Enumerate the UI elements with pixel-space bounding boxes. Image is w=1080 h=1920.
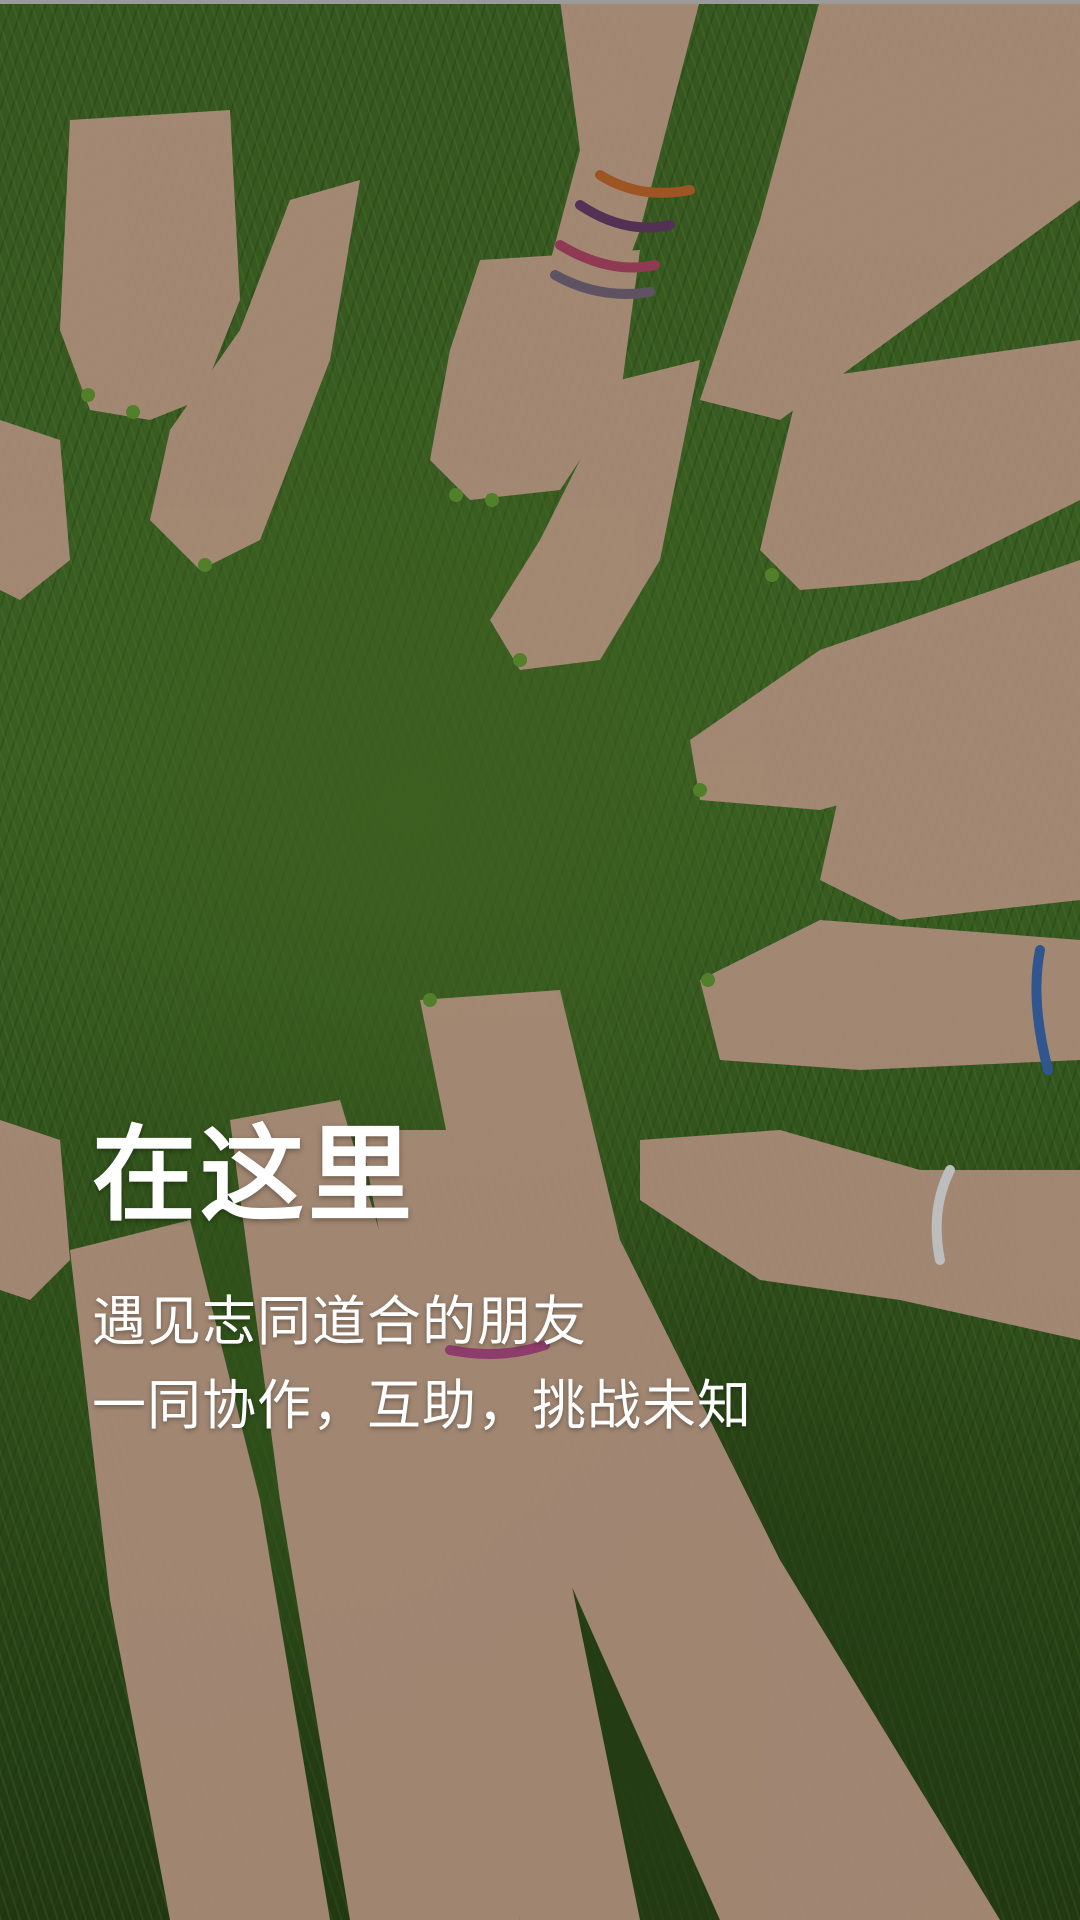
dark-overlay (0, 0, 1080, 1920)
status-bar (0, 0, 1080, 4)
headline: 在这里 (92, 1114, 417, 1236)
subtitle-line-1: 遇见志同道合的朋友 (92, 1290, 587, 1353)
subtitle-line-2: 一同协作，互助，挑战未知 (92, 1374, 752, 1437)
splash-screen: 在这里 遇见志同道合的朋友 一同协作，互助，挑战未知 (0, 0, 1080, 1920)
